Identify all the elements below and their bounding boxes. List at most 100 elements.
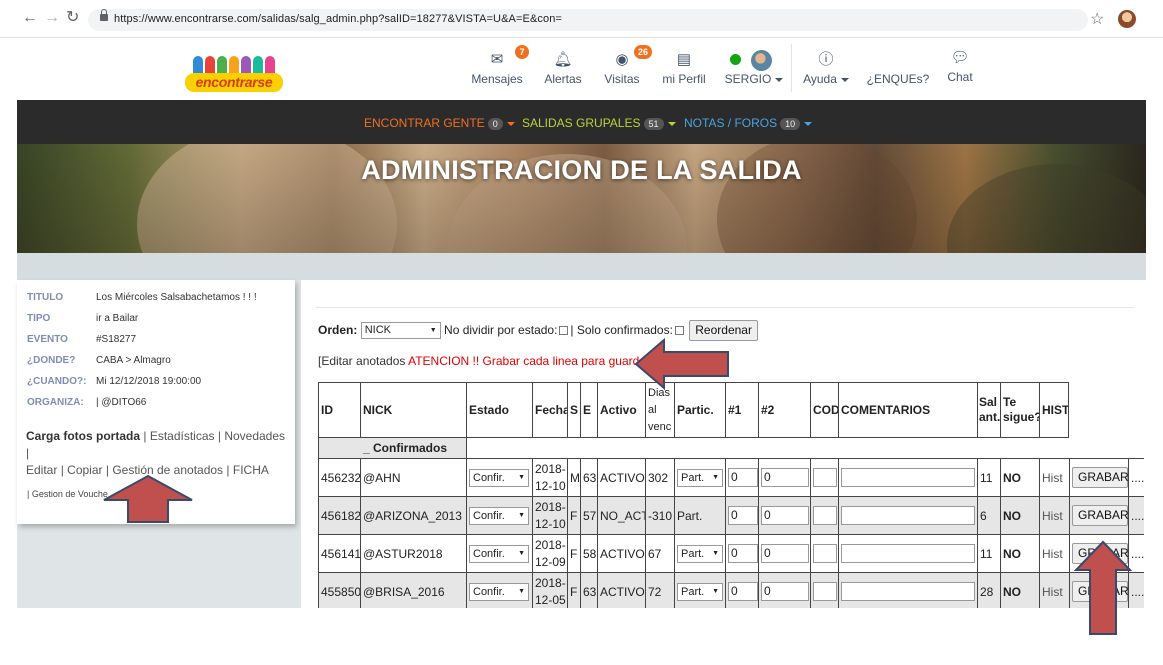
num1-input[interactable]: 0 bbox=[728, 544, 758, 563]
nav-ayuda[interactable]: ⓘ Ayuda bbox=[800, 40, 852, 86]
num1-input[interactable]: 0 bbox=[728, 582, 758, 601]
row-more[interactable]: .... bbox=[1128, 458, 1144, 497]
row-activo: ACTIVO bbox=[597, 458, 646, 497]
nav-alertas[interactable]: 🔔︎ Alertas bbox=[541, 40, 585, 86]
cod-input[interactable] bbox=[813, 468, 837, 487]
solo-confirmados-checkbox[interactable] bbox=[674, 326, 684, 336]
comentarios-input[interactable] bbox=[841, 582, 975, 601]
col-header-partic[interactable]: Partic. bbox=[674, 382, 726, 438]
col-header-id[interactable]: ID bbox=[318, 382, 361, 438]
link-editar[interactable]: Editar bbox=[26, 463, 57, 477]
col-header-estado[interactable]: Estado bbox=[466, 382, 533, 438]
comentarios-input[interactable] bbox=[841, 544, 975, 563]
menu-encontrar-gente[interactable]: ENCONTRAR GENTE 0 bbox=[364, 116, 515, 130]
nav-chat[interactable]: 💬︎ Chat bbox=[940, 38, 980, 84]
save-warning: ATENCION !! Grabar cada linea para guard… bbox=[408, 354, 650, 368]
col-header-activo[interactable]: Activo bbox=[597, 382, 646, 438]
browser-profile-avatar[interactable] bbox=[1118, 10, 1136, 28]
chat-bubbles-icon: 💬︎ bbox=[950, 49, 970, 66]
link-estadisticas[interactable]: Estadísticas bbox=[150, 429, 215, 443]
num2-input[interactable]: 0 bbox=[761, 506, 809, 525]
col-header-hist[interactable]: HIST bbox=[1039, 382, 1069, 438]
link-carga-fotos[interactable]: Carga fotos portada bbox=[26, 429, 140, 443]
back-arrow-icon[interactable]: ← bbox=[22, 10, 38, 26]
col-header-s[interactable]: S bbox=[567, 382, 581, 438]
col-header-num1[interactable]: #1 bbox=[725, 382, 759, 438]
col-header-te-sigue[interactable]: Te sigue? bbox=[1000, 382, 1040, 438]
hist-link[interactable]: Hist bbox=[1039, 534, 1070, 573]
row-fecha: 2018- 12-10 bbox=[532, 496, 568, 535]
row-nick[interactable]: @BRISA_2016 bbox=[360, 572, 467, 608]
hist-link[interactable]: Hist bbox=[1039, 572, 1070, 608]
num2-input[interactable]: 0 bbox=[761, 582, 809, 601]
row-nick[interactable]: @AHN bbox=[360, 458, 467, 497]
arrow-up-annotation-left bbox=[103, 474, 193, 523]
col-header-fecha[interactable]: Fecha bbox=[532, 382, 568, 438]
chevron-down-icon bbox=[775, 77, 784, 82]
row-nick[interactable]: @ARIZONA_2013 bbox=[360, 496, 467, 535]
nav-mi-perfil-label: mi Perfil bbox=[662, 72, 706, 86]
estado-select[interactable]: Confir. bbox=[469, 506, 529, 525]
col-header-dias-al-venc[interactable]: Dias al venc bbox=[645, 382, 675, 438]
col-header-cod[interactable]: COD bbox=[810, 382, 839, 438]
orden-label: Orden: bbox=[318, 323, 358, 337]
bookmark-star-icon[interactable]: ☆ bbox=[1090, 9, 1104, 29]
row-sal-ant: 28 bbox=[977, 572, 1001, 608]
partic-select[interactable]: Part. bbox=[677, 468, 723, 487]
nav-chat-label: Chat bbox=[947, 70, 973, 84]
estado-select[interactable]: Confir. bbox=[469, 468, 529, 487]
row-sal-ant: 11 bbox=[977, 458, 1001, 497]
group-header-confirmados: _ Confirmados bbox=[318, 437, 467, 459]
grabar-button[interactable]: GRABAR bbox=[1072, 467, 1128, 488]
link-novedades[interactable]: Novedades bbox=[224, 429, 285, 443]
col-header-sal-ant[interactable]: Sal ant. bbox=[977, 382, 1001, 438]
num1-input[interactable]: 0 bbox=[728, 468, 758, 487]
attendees-table: ID NICK Estado Fecha S E Activo Dias al ve… bbox=[318, 382, 1144, 608]
forward-arrow-icon[interactable]: → bbox=[44, 10, 60, 26]
menu-salidas-grupales[interactable]: SALIDAS GRUPALES 51 bbox=[522, 116, 676, 130]
row-edad: 63 bbox=[580, 458, 598, 497]
menu-encontrar-gente-label: ENCONTRAR GENTE bbox=[364, 116, 485, 130]
question-circle-icon: ⓘ bbox=[818, 51, 834, 68]
hist-link[interactable]: Hist bbox=[1039, 458, 1070, 497]
row-id: 456182 bbox=[318, 496, 361, 535]
comentarios-input[interactable] bbox=[841, 506, 975, 525]
no-dividir-checkbox[interactable] bbox=[559, 326, 569, 336]
num2-input[interactable]: 0 bbox=[761, 468, 809, 487]
orden-select[interactable]: NICK bbox=[360, 322, 441, 340]
row-dias: -310 bbox=[645, 496, 675, 535]
nav-mi-perfil[interactable]: ▤ mi Perfil bbox=[658, 40, 710, 86]
site-logo[interactable]: encontrarse bbox=[185, 56, 283, 92]
cod-input[interactable] bbox=[813, 506, 837, 525]
nav-enques[interactable]: ¿ENQUEs? bbox=[866, 40, 930, 86]
num2-input[interactable]: 0 bbox=[761, 544, 809, 563]
solo-confirmados-label: | Solo confirmados: bbox=[570, 323, 673, 337]
estado-select[interactable]: Confir. bbox=[469, 582, 529, 601]
hist-link[interactable]: Hist bbox=[1039, 496, 1070, 535]
comentarios-input[interactable] bbox=[841, 468, 975, 487]
link-copiar[interactable]: Copiar bbox=[67, 463, 102, 477]
grabar-button[interactable]: GRABAR bbox=[1072, 505, 1128, 526]
menu-notas-foros-label: NOTAS / FOROS bbox=[684, 116, 778, 130]
reload-icon[interactable]: ↻ bbox=[66, 10, 79, 26]
row-fecha: 2018- 12-10 bbox=[532, 458, 568, 497]
col-header-e[interactable]: E bbox=[580, 382, 598, 438]
col-header-comentarios[interactable]: COMENTARIOS bbox=[838, 382, 978, 438]
link-ficha[interactable]: FICHA bbox=[233, 463, 269, 477]
menu-salidas-grupales-label: SALIDAS GRUPALES bbox=[522, 116, 641, 130]
menu-notas-foros[interactable]: NOTAS / FOROS 10 bbox=[684, 116, 813, 130]
nav-user-menu[interactable]: SERGIO bbox=[722, 52, 786, 86]
col-header-num2[interactable]: #2 bbox=[758, 382, 811, 438]
cod-input[interactable] bbox=[813, 544, 837, 563]
num1-input[interactable]: 0 bbox=[728, 506, 758, 525]
link-gestion-vouchers[interactable]: | Gestion de Vouche bbox=[27, 489, 108, 499]
url-text[interactable]: https://www.encontrarse.com/salidas/salg… bbox=[114, 13, 562, 25]
nav-mensajes-label: Mensajes bbox=[471, 72, 523, 86]
partic-select[interactable]: Part. bbox=[677, 544, 723, 563]
estado-select[interactable]: Confir. bbox=[469, 544, 529, 563]
row-nick[interactable]: @ASTUR2018 bbox=[360, 534, 467, 573]
row-more[interactable]: .... bbox=[1128, 496, 1144, 535]
cod-input[interactable] bbox=[813, 582, 837, 601]
partic-select[interactable]: Part. bbox=[677, 582, 723, 601]
col-header-nick[interactable]: NICK bbox=[360, 382, 467, 438]
